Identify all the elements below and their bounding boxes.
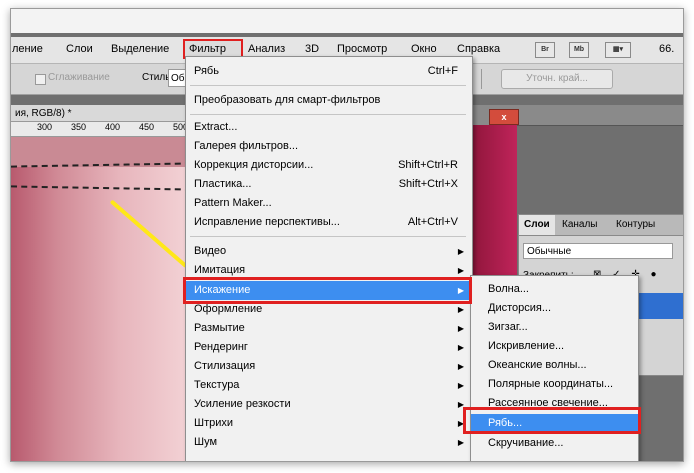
submenu-arrow-icon: ▶ [457, 381, 464, 390]
distort-highlight-box [183, 277, 472, 304]
menu-item-sharpen[interactable]: Усиление резкости ▶ [186, 395, 472, 414]
submenu-arrow-icon: ▶ [457, 343, 464, 352]
tab-channels[interactable]: Каналы [557, 215, 603, 235]
ruler-label: 400 [105, 122, 121, 132]
menu-help[interactable]: Справка [457, 43, 500, 55]
menu-item-pattern-maker[interactable]: Pattern Maker... [186, 194, 472, 213]
menu-divider [190, 114, 466, 115]
menu-item-convert-smart-filters[interactable]: Преобразовать для смарт-фильтров [186, 91, 472, 110]
submenu-arrow-icon: ▶ [457, 324, 464, 333]
menu-item-extract[interactable]: Extract... [186, 118, 472, 137]
tab-paths[interactable]: Контуры [611, 215, 660, 235]
document-tab[interactable]: ия, RGB/8) * [11, 105, 191, 122]
menu-item-blur[interactable]: Размытие ▶ [186, 319, 472, 338]
submenu-item-shear[interactable]: Искривление... [471, 337, 638, 356]
ripple-highlight-box [463, 407, 641, 434]
menu-divider [190, 85, 466, 86]
menu-window[interactable]: Окно [411, 43, 437, 55]
menu-select[interactable]: Выделение [111, 43, 169, 55]
submenu-arrow-icon: ▶ [457, 247, 464, 256]
submenu-item-wave[interactable]: Волна... [471, 280, 638, 299]
menu-item-noise[interactable]: Шум ▶ [186, 433, 472, 452]
tab-layers[interactable]: Слои [519, 215, 555, 235]
menu-item-filter-gallery[interactable]: Галерея фильтров... [186, 137, 472, 156]
menu-item-stylize[interactable]: Стилизация ▶ [186, 357, 472, 376]
submenu-item-twirl[interactable]: Скручивание... [471, 434, 638, 453]
smoothing-checkbox[interactable] [35, 74, 46, 85]
menu-item-liquify[interactable]: Пластика... Shift+Ctrl+X [186, 175, 472, 194]
menu-item-texture[interactable]: Текстура ▶ [186, 376, 472, 395]
bridge-icon[interactable]: Br [535, 42, 555, 58]
menu-item-lens-correction[interactable]: Коррекция дисторсии... Shift+Ctrl+R [186, 156, 472, 175]
menu-item-sketch[interactable]: Штрихи ▶ [186, 414, 472, 433]
submenu-item-zigzag[interactable]: Зигзаг... [471, 318, 638, 337]
submenu-arrow-icon: ▶ [457, 362, 464, 371]
blend-mode-select[interactable]: Обычные [523, 243, 673, 259]
ruler-label: 300 [37, 122, 53, 132]
layers-panel-tabs: Слои Каналы Контуры [519, 215, 683, 236]
refine-edge-button[interactable]: Уточн. край... [501, 69, 613, 89]
submenu-arrow-icon: ▶ [457, 438, 464, 447]
menu-image[interactable]: ление [12, 43, 43, 55]
zoom-level[interactable]: 66. [659, 43, 674, 55]
menu-item-vanishing-point[interactable]: Исправление перспективы... Alt+Ctrl+V [186, 213, 472, 232]
menu-item-render[interactable]: Рендеринг ▶ [186, 338, 472, 357]
ruler-label: 450 [139, 122, 155, 132]
screenshot-frame: ление Слои Выделение Фильтр Анализ 3D Пр… [10, 8, 684, 462]
menu-filter[interactable]: Фильтр [189, 43, 226, 55]
options-divider [481, 69, 482, 89]
menu-item-video[interactable]: Видео ▶ [186, 242, 472, 261]
menu-item-last-filter[interactable]: Рябь Ctrl+F [186, 62, 472, 81]
menu-layers[interactable]: Слои [66, 43, 93, 55]
film-strip-icon[interactable]: ▦▾ [605, 42, 631, 58]
submenu-item-polar-coordinates[interactable]: Полярные координаты... [471, 375, 638, 394]
smoothing-label: Сглаживание [48, 72, 110, 83]
window-title-strip [11, 9, 683, 33]
menu-view[interactable]: Просмотр [337, 43, 387, 55]
horizontal-ruler: 300 350 400 450 500 [11, 122, 191, 137]
menu-analysis[interactable]: Анализ [248, 43, 285, 55]
submenu-item-distortion[interactable]: Дисторсия... [471, 299, 638, 318]
ruler-label: 350 [71, 122, 87, 132]
close-icon[interactable]: x [489, 109, 519, 125]
filter-dropdown-menu: Рябь Ctrl+F Преобразовать для смарт-филь… [185, 56, 473, 461]
menu-3d[interactable]: 3D [305, 43, 319, 55]
mini-bridge-icon[interactable]: Mb [569, 42, 589, 58]
submenu-item-ocean-ripple[interactable]: Океанские волны... [471, 356, 638, 375]
menu-divider [190, 236, 466, 237]
